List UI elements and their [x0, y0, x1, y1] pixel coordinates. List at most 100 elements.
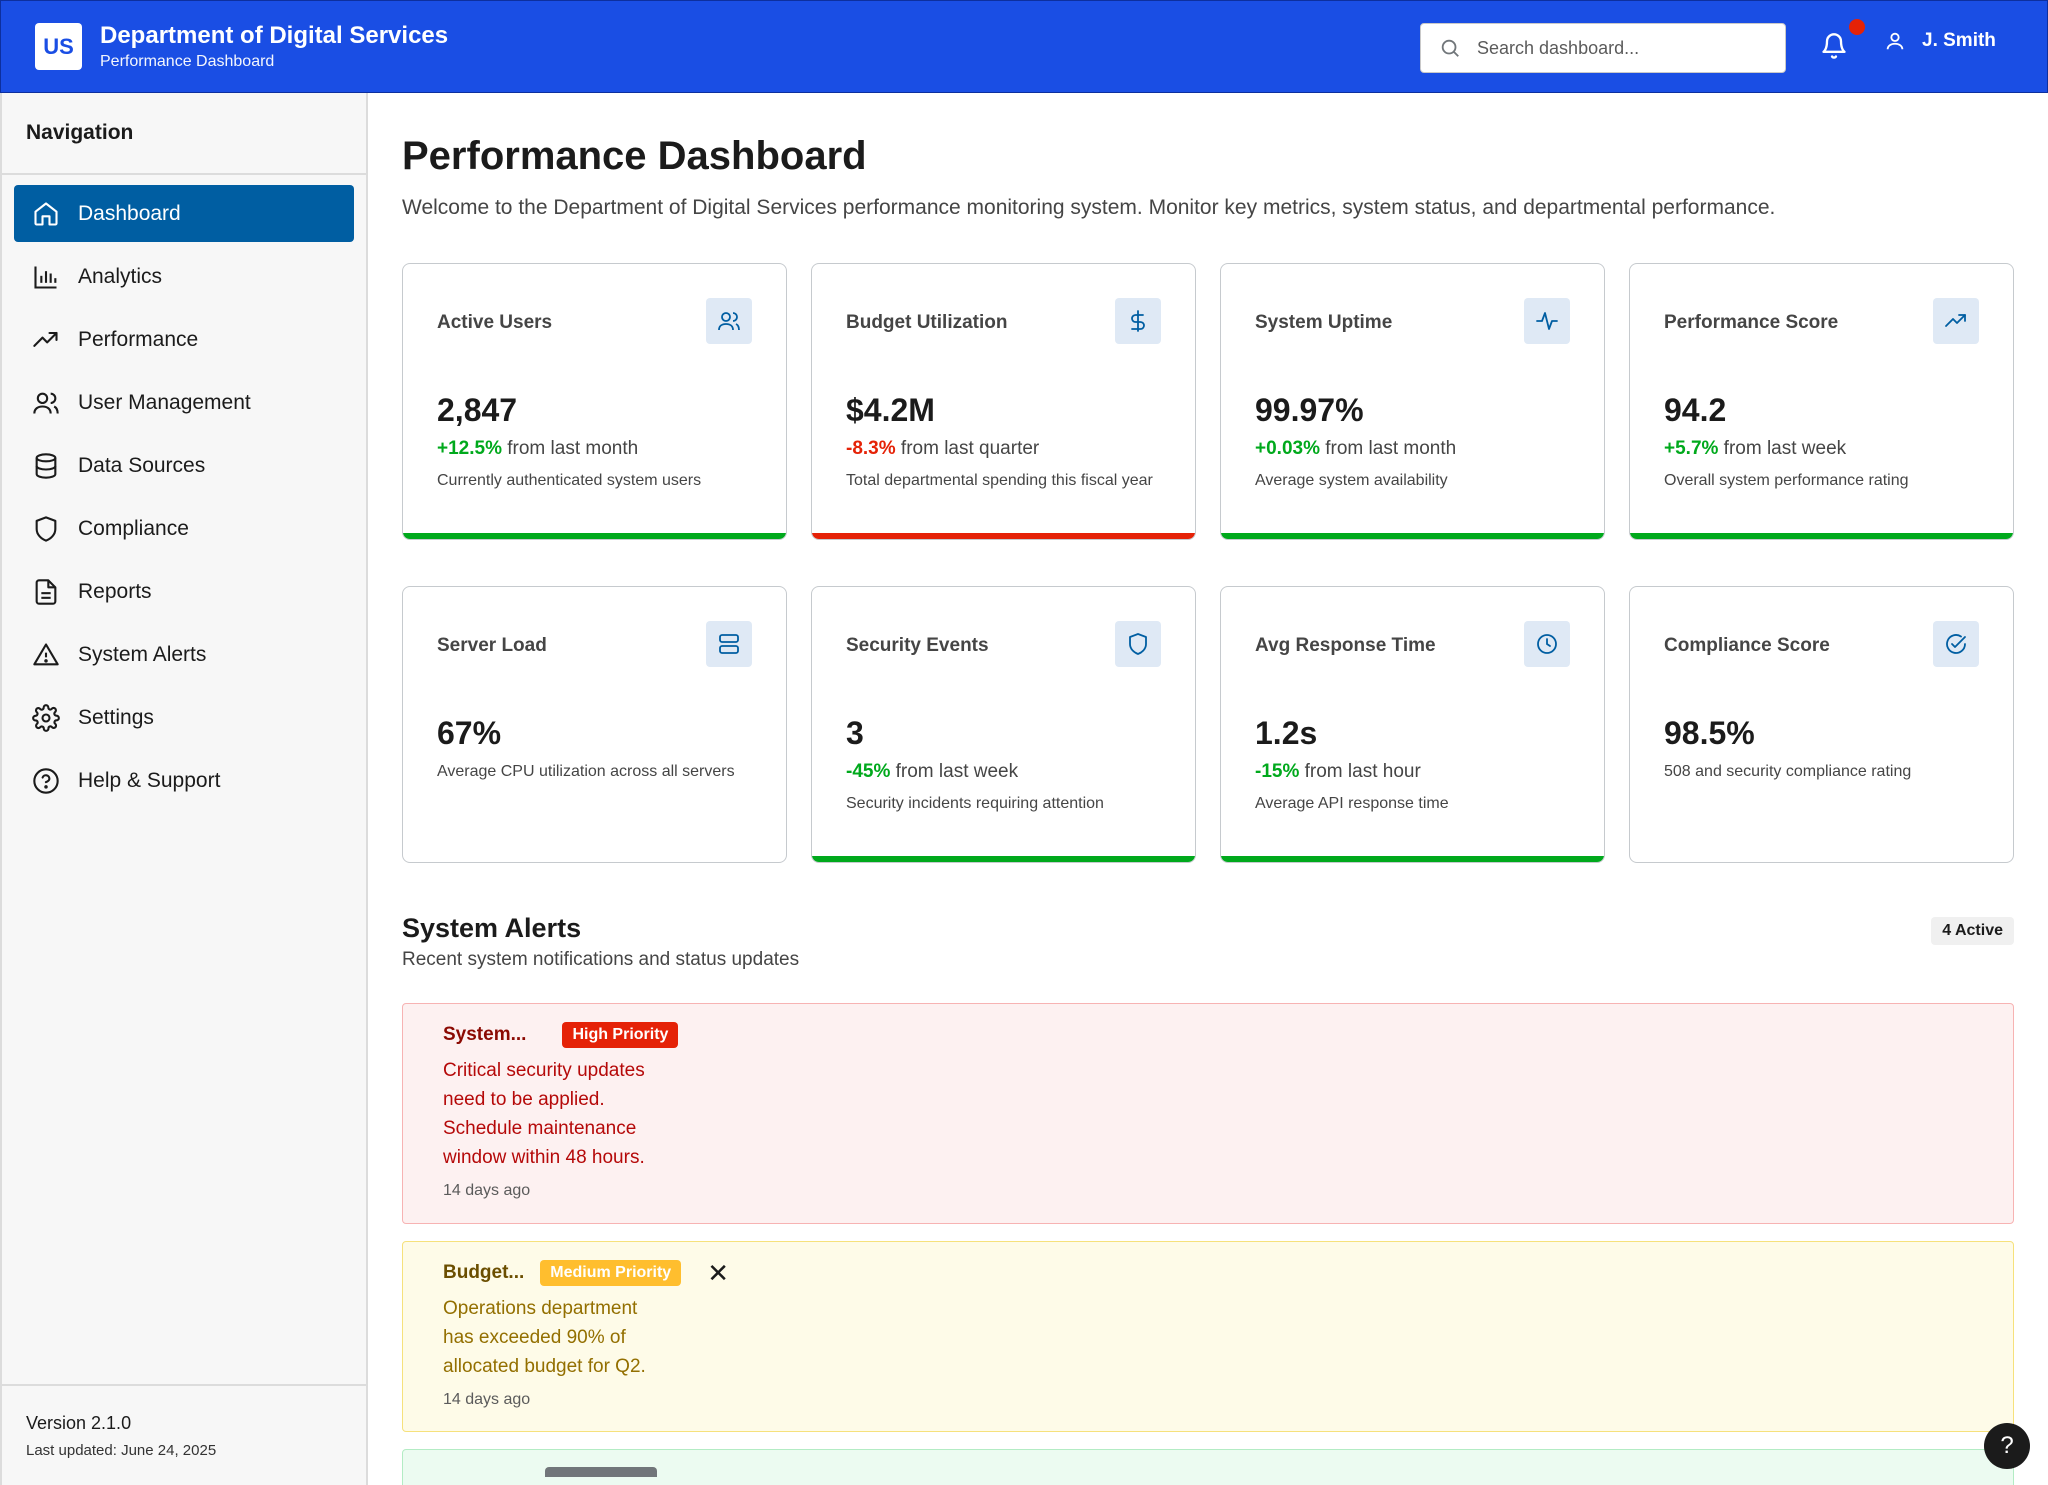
sidebar-item-label: User Management	[78, 390, 251, 414]
search-input[interactable]	[1477, 37, 1777, 59]
status-bar	[403, 533, 786, 539]
sidebar-item-label: Settings	[78, 705, 154, 729]
status-bar	[1221, 533, 1604, 539]
card-value: 2,847	[437, 392, 518, 428]
shield-icon	[35, 515, 57, 542]
priority-badge	[545, 1467, 657, 1477]
card-header: System Uptime	[1255, 298, 1570, 344]
priority-badge: High Priority	[562, 1022, 679, 1048]
user-menu[interactable]: J. Smith	[1884, 30, 1996, 52]
metric-card-system-uptime[interactable]: System Uptime 99.97% +0.03% from last mo…	[1220, 263, 1605, 540]
card-description: Average CPU utilization across all serve…	[437, 763, 735, 780]
sidebar-item-settings[interactable]: Settings	[14, 689, 354, 746]
trending-up-icon	[1933, 298, 1979, 344]
card-title: Server Load	[437, 635, 547, 656]
alert-title: Budget...	[443, 1262, 525, 1283]
user-icon	[1886, 32, 1904, 50]
bar-chart-icon	[34, 266, 57, 289]
change-text: from last hour	[1299, 761, 1421, 782]
sidebar-item-compliance[interactable]: Compliance	[14, 500, 354, 557]
card-header: Active Users	[437, 298, 752, 344]
database-icon	[35, 452, 57, 479]
alert-title: System...	[443, 1024, 527, 1045]
home-icon	[34, 201, 58, 226]
active-count-badge: 4 Active	[1931, 917, 2014, 945]
card-header: Server Load	[437, 621, 752, 667]
page-description: Welcome to the Department of Digital Ser…	[402, 196, 1776, 219]
priority-badge: Medium Priority	[540, 1260, 682, 1286]
metric-card-server-load[interactable]: Server Load 67% Average CPU utilization …	[402, 586, 787, 863]
alerts-subtitle: Recent system notifications and status u…	[402, 949, 800, 970]
activity-icon	[1524, 298, 1570, 344]
check-circle-icon	[1933, 621, 1979, 667]
sidebar-item-reports[interactable]: Reports	[14, 563, 354, 620]
sidebar-item-dashboard[interactable]: Dashboard	[14, 185, 354, 242]
metric-card-performance-score[interactable]: Performance Score 94.2 +5.7% from last w…	[1629, 263, 2014, 540]
change-text: from last month	[501, 438, 639, 459]
metric-card-security-events[interactable]: Security Events 3 -45% from last week Se…	[811, 586, 1196, 863]
card-value: 98.5%	[1664, 715, 1755, 751]
sidebar-item-help-support[interactable]: Help & Support	[14, 752, 354, 809]
sidebar-item-label: Analytics	[78, 264, 163, 288]
search-icon	[1441, 39, 1459, 57]
alert-medium-priority: Budget... Medium Priority ✕ Operations d…	[402, 1241, 2014, 1432]
card-header: Security Events	[846, 621, 1161, 667]
app-title: Department of Digital Services	[100, 21, 449, 49]
close-icon[interactable]: ✕	[707, 1260, 729, 1286]
help-button[interactable]: ?	[1984, 1423, 2030, 1469]
sidebar-item-label: Performance	[78, 327, 199, 351]
clock-icon	[1524, 621, 1570, 667]
sidebar-item-label: Help & Support	[78, 768, 221, 792]
alert-message: Operations department has exceeded 90% o…	[443, 1298, 646, 1377]
sidebar-item-system-alerts[interactable]: System Alerts	[14, 626, 354, 683]
change-text: from last month	[1319, 438, 1457, 459]
change-value: -15%	[1255, 761, 1300, 782]
users-icon	[33, 392, 59, 414]
sidebar-item-data-sources[interactable]: Data Sources	[14, 437, 354, 494]
card-value: 3	[846, 715, 864, 751]
sidebar-item-performance[interactable]: Performance	[14, 311, 354, 368]
card-change: -8.3% from last quarter	[846, 436, 1161, 462]
alert-time: 14 days ago	[443, 1391, 531, 1408]
search-box[interactable]	[1420, 23, 1786, 73]
metric-card-avg-response-time[interactable]: Avg Response Time 1.2s -15% from last ho…	[1220, 586, 1605, 863]
change-value: -45%	[846, 761, 891, 782]
page-title: Performance Dashboard	[402, 134, 867, 178]
change-text: from last quarter	[895, 438, 1040, 459]
trending-up-icon	[33, 331, 58, 347]
bell-icon[interactable]	[1820, 32, 1848, 60]
status-bar	[1221, 856, 1604, 862]
metric-card-active-users[interactable]: Active Users 2,847 +12.5% from last mont…	[402, 263, 787, 540]
status-bar	[1630, 533, 2013, 539]
card-value: 67%	[437, 715, 502, 751]
card-title: Performance Score	[1664, 312, 1839, 333]
status-bar	[812, 856, 1195, 862]
metric-card-budget-utilization[interactable]: Budget Utilization $4.2M -8.3% from last…	[811, 263, 1196, 540]
sidebar-item-label: Data Sources	[78, 453, 206, 477]
nav-title: Navigation	[2, 93, 366, 175]
card-value: 94.2	[1664, 392, 1727, 428]
sidebar-item-user-management[interactable]: User Management	[14, 374, 354, 431]
dollar-icon	[1115, 298, 1161, 344]
app-subtitle: Performance Dashboard	[100, 52, 275, 70]
alert-triangle-icon	[33, 642, 59, 665]
alert-time: 14 days ago	[443, 1182, 531, 1199]
sidebar-item-label: System Alerts	[78, 642, 207, 666]
change-text: from last week	[890, 761, 1019, 782]
help-circle-icon	[33, 767, 59, 794]
card-change: +12.5% from last month	[437, 436, 752, 462]
card-header: Compliance Score	[1664, 621, 1979, 667]
metric-card-compliance-score[interactable]: Compliance Score 98.5% 508 and security …	[1629, 586, 2014, 863]
card-title: Budget Utilization	[846, 312, 1008, 333]
gear-icon	[32, 703, 60, 732]
sidebar-item-label: Compliance	[78, 516, 189, 540]
main-content: Performance Dashboard Welcome to the Dep…	[402, 93, 2014, 1485]
sidebar-item-analytics[interactable]: Analytics	[14, 248, 354, 305]
user-name: J. Smith	[1922, 30, 1996, 51]
card-change: -45% from last week	[846, 759, 1161, 785]
alert-header: Budget... Medium Priority ✕	[443, 1260, 1973, 1286]
status-bar	[812, 533, 1195, 539]
brand: Department of Digital Services Performan…	[100, 21, 448, 73]
alerts-header: System Alerts Recent system notification…	[402, 911, 2014, 979]
card-header: Budget Utilization	[846, 298, 1161, 344]
